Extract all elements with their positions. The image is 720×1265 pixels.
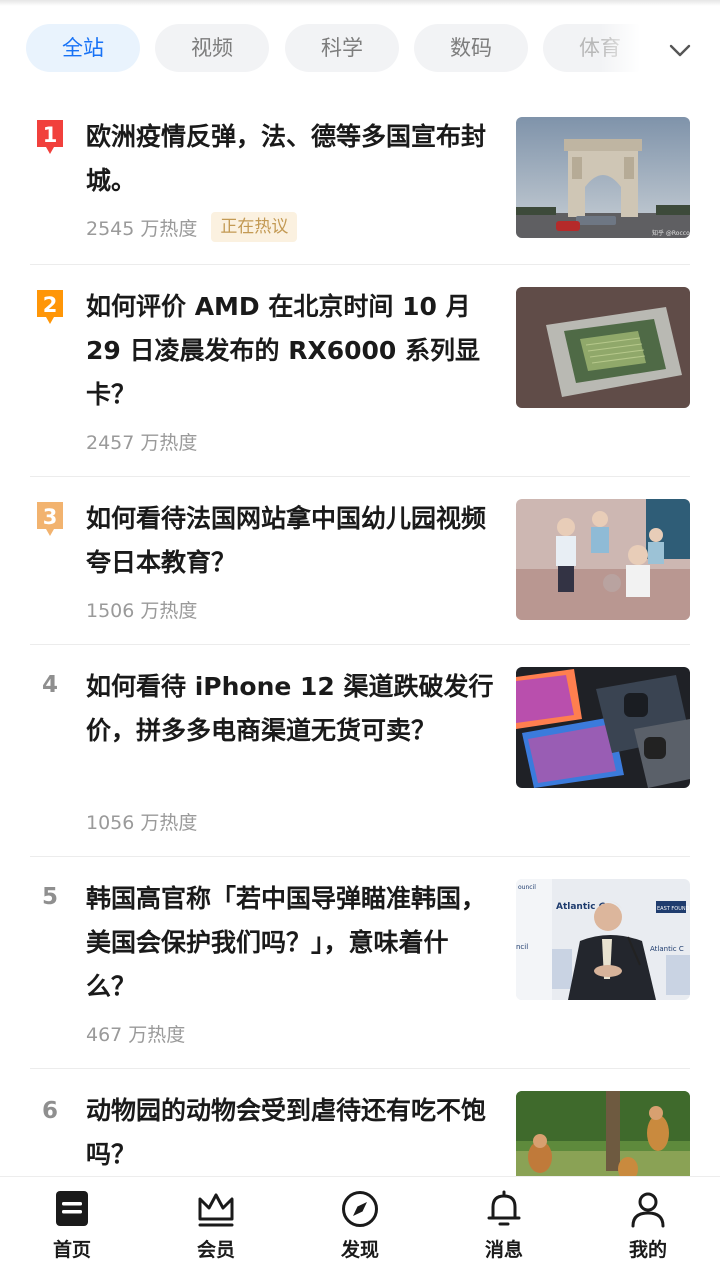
chevron-down-icon — [669, 44, 691, 57]
official-speaking-photo[interactable]: ouncil ncil Atlantic Co EAST FOUND Atlan… — [516, 879, 690, 1000]
crown-icon — [198, 1193, 234, 1227]
tab-science[interactable]: 科学 — [285, 24, 399, 72]
divider — [30, 476, 690, 477]
rank-number: 1 — [42, 123, 58, 147]
nav-membership[interactable]: 会员 — [144, 1177, 288, 1265]
bottom-nav: 首页 会员 发现 消息 我的 — [0, 1176, 720, 1265]
iphone-12-photo[interactable] — [516, 667, 690, 788]
nav-messages[interactable]: 消息 — [432, 1177, 576, 1265]
home-icon — [56, 1191, 88, 1226]
thumb-text: Atlantic C — [650, 945, 684, 953]
category-tabs: 全站 视频 科学 数码 体育 — [0, 24, 720, 76]
trending-tag: 正在热议 — [211, 212, 298, 242]
item-title[interactable]: 韩国高官称「若中国导弹瞄准韩国，美国会保护我们吗？」，意味着什么？ — [86, 877, 496, 1009]
divider — [30, 264, 690, 265]
profile-icon — [631, 1192, 665, 1228]
photo-watermark: 知乎 @Rocco — [652, 229, 690, 237]
kindergarten-children-photo[interactable] — [516, 499, 690, 620]
item-title[interactable]: 动物园的动物会受到虐待还有吃不饱吗？ — [86, 1089, 496, 1177]
divider — [30, 644, 690, 645]
heat-count: 467 万热度 — [86, 1024, 186, 1046]
rank-number: 4 — [41, 672, 58, 698]
arc-de-triomphe-photo[interactable]: 知乎 @Rocco — [516, 117, 690, 238]
expand-tabs-button[interactable] — [640, 24, 720, 76]
rank-number: 6 — [41, 1098, 58, 1124]
heat-count: 2545 万热度 — [86, 217, 198, 240]
rank-number: 3 — [42, 505, 58, 529]
tab-digital[interactable]: 数码 — [414, 24, 528, 72]
nav-label: 发现 — [340, 1239, 379, 1261]
heat-count: 1056 万热度 — [86, 812, 198, 834]
nav-discover[interactable]: 发现 — [288, 1177, 432, 1265]
nav-label: 首页 — [52, 1239, 91, 1261]
item-title[interactable]: 如何评价 AMD 在北京时间 10 月 29 日凌晨发布的 RX6000 系列显… — [86, 285, 496, 417]
tab-video[interactable]: 视频 — [155, 24, 269, 72]
tab-fade — [600, 24, 640, 76]
item-title[interactable]: 如何看待法国网站拿中国幼儿园视频夸日本教育？ — [86, 497, 496, 585]
nav-label: 消息 — [484, 1239, 523, 1261]
rank-number: 5 — [41, 884, 58, 910]
heat-count: 2457 万热度 — [86, 432, 198, 454]
rank-number: 2 — [42, 293, 58, 317]
compass-icon — [342, 1191, 378, 1227]
divider — [30, 1068, 690, 1069]
item-title[interactable]: 欧洲疫情反弹，法、德等多国宣布封城。 — [86, 115, 496, 203]
nav-label: 会员 — [196, 1239, 235, 1261]
nav-home[interactable]: 首页 — [0, 1177, 144, 1265]
top-shadow — [0, 0, 720, 6]
bell-icon — [487, 1190, 521, 1226]
item-title[interactable]: 如何看待 iPhone 12 渠道跌破发行价，拼多多电商渠道无货可卖？ — [86, 665, 496, 753]
thumb-text: EAST FOUND — [657, 906, 690, 912]
divider — [30, 856, 690, 857]
tab-all[interactable]: 全站 — [26, 24, 140, 72]
thumb-text: ouncil — [518, 884, 536, 891]
nav-profile[interactable]: 我的 — [576, 1177, 720, 1265]
nav-label: 我的 — [628, 1239, 667, 1261]
thumb-text: ncil — [516, 943, 528, 951]
heat-count: 1506 万热度 — [86, 600, 198, 622]
gpu-chip-photo[interactable] — [516, 287, 690, 408]
